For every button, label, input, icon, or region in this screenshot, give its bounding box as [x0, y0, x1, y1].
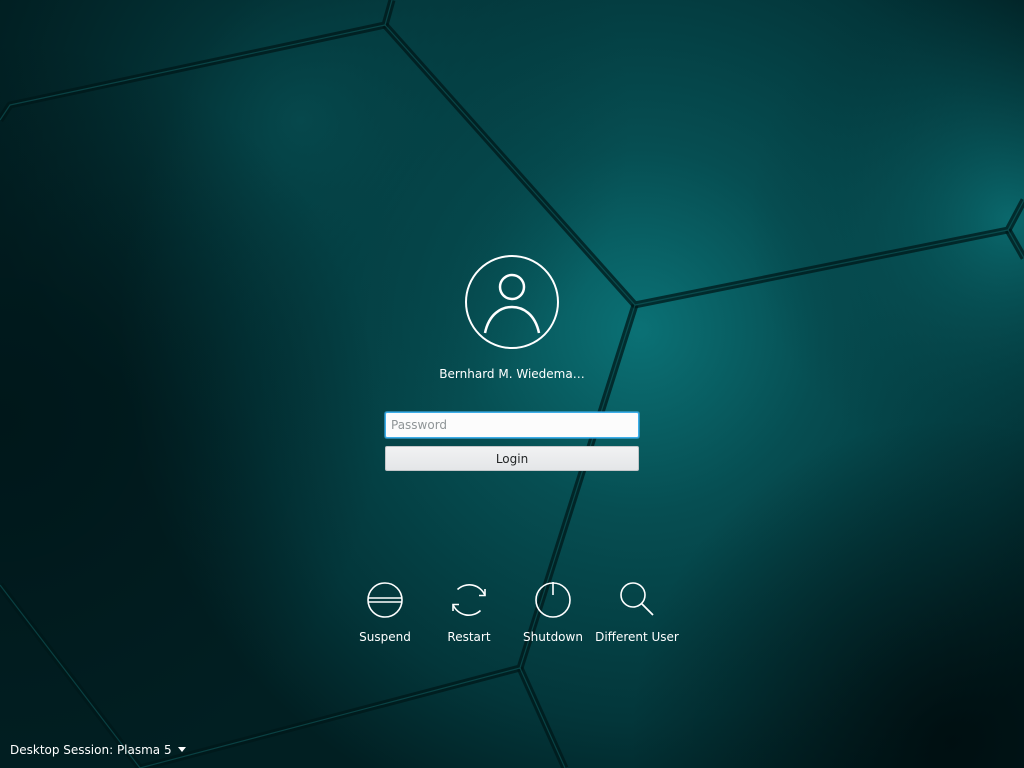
login-button[interactable]: Login	[385, 446, 639, 471]
restart-icon	[452, 584, 486, 616]
restart-button[interactable]: Restart	[424, 580, 514, 644]
suspend-button[interactable]: Suspend	[340, 580, 430, 644]
chevron-down-icon	[177, 747, 186, 752]
suspend-label: Suspend	[359, 630, 411, 644]
password-input[interactable]	[385, 412, 639, 438]
user-avatar-icon	[465, 255, 559, 349]
suspend-icon	[367, 582, 403, 618]
session-selector[interactable]: Desktop Session: Plasma 5	[10, 743, 186, 757]
shutdown-icon	[535, 582, 571, 618]
search-icon	[620, 582, 654, 616]
shutdown-button[interactable]: Shutdown	[508, 580, 598, 644]
different-user-button[interactable]: Different User	[592, 580, 682, 644]
shutdown-label: Shutdown	[523, 630, 583, 644]
wallpaper-background	[0, 0, 1024, 768]
restart-label: Restart	[447, 630, 491, 644]
user-avatar[interactable]	[464, 254, 560, 350]
different-user-label: Different User	[595, 630, 679, 644]
user-name: Bernhard M. Wiedema…	[439, 367, 585, 381]
session-label: Desktop Session: Plasma 5	[10, 743, 172, 757]
